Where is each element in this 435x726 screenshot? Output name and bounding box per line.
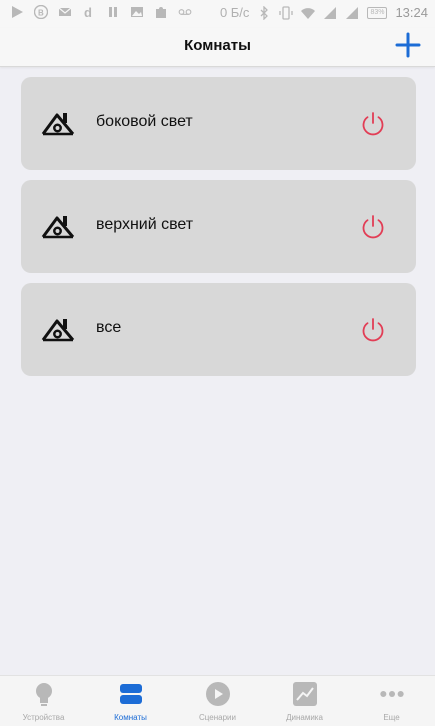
tab-dynamics[interactable]: Динамика — [261, 681, 348, 726]
room-name: все — [96, 319, 122, 336]
room-house-icon — [41, 319, 75, 342]
app-d-icon: d — [84, 5, 92, 19]
status-bar-system: 0 Б/с 83% 13:24 — [212, 5, 428, 20]
power-button[interactable] — [360, 317, 386, 343]
voicemail-icon — [178, 9, 192, 15]
signal-icon-2 — [346, 6, 359, 19]
rooms-icon — [119, 684, 142, 704]
status-bar-notifications: B d — [10, 5, 202, 19]
page-title: Комнаты — [184, 37, 251, 54]
image-icon — [131, 7, 143, 17]
power-icon — [362, 318, 384, 342]
room-list: боковой свет верхний свет все — [21, 77, 416, 386]
signal-icon — [324, 6, 337, 19]
room-house-icon — [41, 216, 75, 239]
net-speed: 0 Б/с — [219, 5, 250, 20]
tab-bar: Устройства Комнаты Сценарии Динамика Еще — [0, 675, 435, 726]
battery-indicator: 83% — [367, 6, 388, 19]
mail-icon — [58, 7, 72, 16]
play-icon — [205, 682, 230, 706]
room-name: верхний свет — [96, 216, 194, 233]
tab-devices[interactable]: Устройства — [0, 681, 87, 726]
lightbulb-icon — [35, 683, 52, 706]
tab-label: Динамика — [286, 713, 323, 722]
power-icon — [362, 112, 384, 136]
tab-label: Еще — [383, 713, 400, 722]
more-icon — [379, 690, 404, 698]
room-card-verkhniy-svet[interactable]: верхний свет — [21, 180, 416, 273]
play-store-icon — [12, 6, 23, 18]
vibrate-icon — [279, 5, 294, 20]
svg-text:B: B — [38, 9, 44, 18]
add-room-button[interactable] — [395, 32, 421, 58]
nav-header: Комнаты — [0, 28, 435, 67]
room-card-vse[interactable]: все — [21, 283, 416, 376]
status-bar: B d 0 Б/с 83% 13:24 — [0, 0, 435, 28]
tab-scenarios[interactable]: Сценарии — [174, 681, 261, 726]
tab-label: Комнаты — [114, 713, 147, 722]
power-button[interactable] — [360, 111, 386, 137]
room-card-bokovoy-svet[interactable]: боковой свет — [21, 77, 416, 170]
svg-text:d: d — [84, 5, 92, 19]
pause-icon — [109, 7, 117, 17]
power-button[interactable] — [360, 214, 386, 240]
bluetooth-icon — [260, 5, 269, 20]
power-icon — [362, 215, 384, 239]
tab-label: Сценарии — [199, 713, 236, 722]
chart-icon — [292, 682, 317, 706]
clock: 13:24 — [395, 5, 428, 20]
tab-rooms[interactable]: Комнаты — [87, 681, 174, 726]
plus-icon — [395, 32, 421, 58]
vk-icon: B — [34, 5, 48, 19]
wifi-icon — [301, 7, 316, 19]
puzzle-icon — [156, 7, 166, 18]
room-house-icon — [41, 113, 75, 136]
tab-more[interactable]: Еще — [348, 681, 435, 726]
room-name: боковой свет — [96, 113, 193, 130]
tab-label: Устройства — [22, 713, 65, 722]
